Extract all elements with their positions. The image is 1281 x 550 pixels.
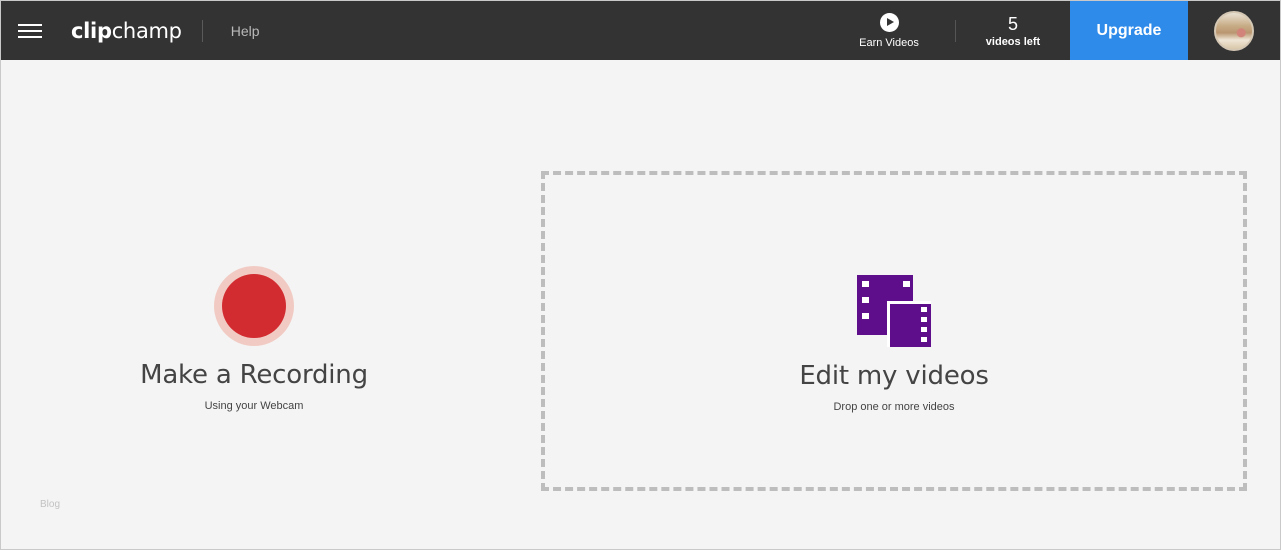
edit-subtitle: Drop one or more videos — [833, 401, 955, 413]
header-divider — [201, 19, 203, 42]
record-subtitle: Using your Webcam — [204, 400, 304, 412]
menu-icon — [18, 23, 42, 39]
blog-link[interactable]: Blog — [40, 499, 60, 510]
videos-left-counter: 5 videos left — [956, 1, 1070, 60]
help-link[interactable]: Help — [231, 23, 260, 39]
avatar[interactable] — [1214, 10, 1254, 51]
play-icon — [879, 12, 899, 32]
videos-left-count: 5 — [1007, 13, 1018, 34]
film-icon — [857, 275, 931, 347]
edit-videos-panel[interactable]: Edit my videos Drop one or more videos — [545, 275, 1243, 413]
videos-left-label: videos left — [985, 35, 1041, 48]
video-dropzone[interactable]: Edit my videos Drop one or more videos — [541, 171, 1247, 491]
upgrade-button[interactable]: Upgrade — [1070, 1, 1188, 60]
record-title: Make a Recording — [140, 360, 368, 390]
record-icon — [214, 266, 294, 346]
make-recording-panel[interactable]: Make a Recording Using your Webcam — [121, 266, 387, 426]
menu-button[interactable] — [1, 1, 59, 60]
edit-title: Edit my videos — [799, 361, 989, 391]
top-bar: clipchamp Help Earn Videos 5 videos left… — [1, 1, 1280, 60]
clipchamp-logo[interactable]: clipchamp — [71, 19, 182, 43]
earn-videos-label: Earn Videos — [859, 36, 919, 49]
earn-videos-button[interactable]: Earn Videos — [849, 1, 929, 60]
